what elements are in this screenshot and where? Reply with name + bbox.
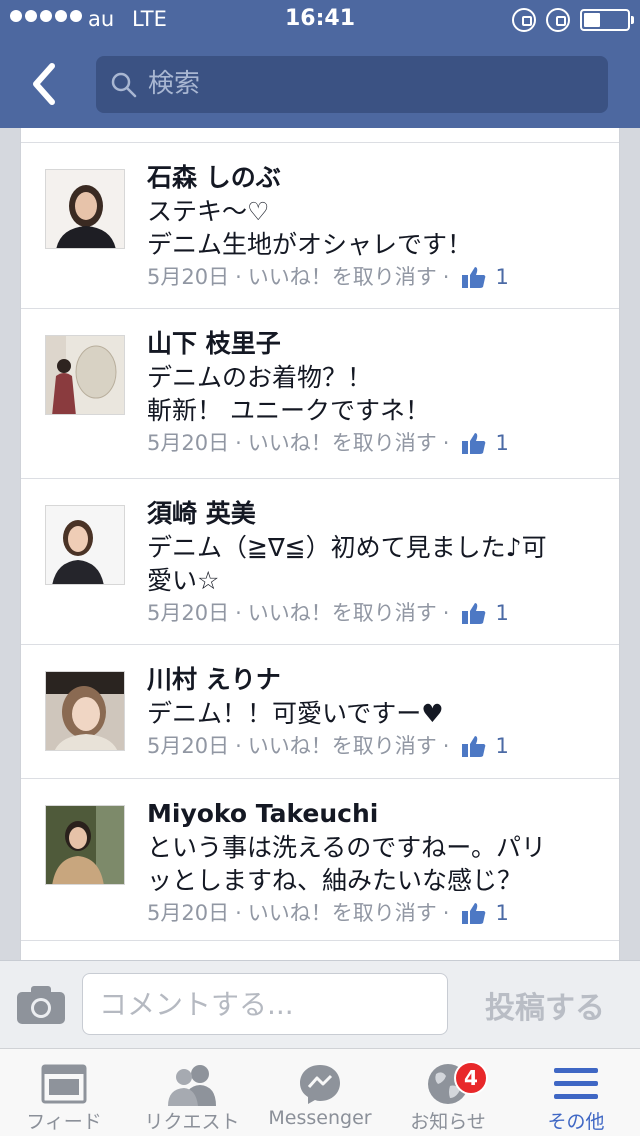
tab-label: その他	[547, 1111, 605, 1133]
tab-label: フィード	[26, 1111, 102, 1133]
tab-feed[interactable]: フィード	[0, 1049, 128, 1136]
commenter-name[interactable]: 須崎 英美	[147, 497, 597, 531]
unlike-link[interactable]: いいね！を取り消す	[248, 897, 437, 929]
comment-text: デニム！！可愛いですー♥	[147, 699, 444, 728]
messenger-icon	[300, 1065, 340, 1104]
like-count[interactable]: 1	[495, 897, 508, 929]
search-icon	[111, 72, 137, 98]
comment-text: という事は洗えるのですねー。パリ ッとしますね、紬みたいな感じ？	[147, 833, 547, 895]
alarm-icon	[546, 8, 570, 32]
comment-date: 5月20日	[147, 901, 230, 925]
comment-composer: 投稿する	[0, 960, 640, 1048]
commenter-name[interactable]: Miyoko Takeuchi	[147, 797, 597, 831]
tab-requests[interactable]: リクエスト	[128, 1049, 256, 1136]
comment-date: 5月20日	[147, 734, 230, 758]
thumbs-up-icon	[461, 431, 487, 455]
avatar[interactable]	[45, 169, 125, 249]
chevron-left-icon	[33, 63, 55, 105]
thumbs-up-icon	[461, 901, 487, 925]
back-button[interactable]	[28, 60, 68, 108]
avatar[interactable]	[45, 335, 125, 415]
rotation-lock-icon	[512, 8, 536, 32]
search-bar[interactable]	[96, 56, 608, 113]
comment-text: デニム（≧∇≦）初めて見ました♪可 愛い☆	[147, 533, 547, 595]
unlike-link[interactable]: いいね！を取り消す	[248, 730, 437, 762]
thumbs-up-icon	[461, 601, 487, 625]
tab-bar: フィード リクエスト Messenger 4 お知らせ その他	[0, 1048, 640, 1136]
comment-item: 石森 しのぶ ステキ〜♡ デニム生地がオシャレです！ 5月20日 · いいね！を…	[21, 143, 619, 309]
avatar[interactable]	[45, 505, 125, 585]
avatar[interactable]	[45, 671, 125, 751]
tab-label: お知らせ	[410, 1111, 486, 1133]
camera-button[interactable]	[16, 985, 66, 1029]
unlike-link[interactable]: いいね！を取り消す	[248, 261, 437, 293]
like-count[interactable]: 1	[495, 261, 508, 293]
status-bar: au LTE 16:41	[0, 0, 640, 40]
tab-label: リクエスト	[144, 1111, 240, 1133]
avatar[interactable]	[45, 805, 125, 885]
like-count[interactable]: 1	[495, 597, 508, 629]
comment-date: 5月20日	[147, 431, 230, 455]
comment-item: 山下 枝里子 デニムのお着物？！ 斬新！ ユニークですネ！ 5月20日 · いい…	[21, 309, 619, 479]
thumbs-up-icon	[461, 265, 487, 289]
comments-list[interactable]: 石森 しのぶ ステキ〜♡ デニム生地がオシャレです！ 5月20日 · いいね！を…	[20, 128, 620, 960]
commenter-name[interactable]: 川村 えりナ	[147, 663, 597, 697]
friend-requests-icon	[168, 1065, 216, 1106]
notification-badge: 4	[454, 1061, 488, 1095]
comment-item: 須崎 英美 デニム（≧∇≦）初めて見ました♪可 愛い☆ 5月20日 · いいね！…	[21, 479, 619, 645]
news-feed-icon	[41, 1064, 87, 1104]
like-count[interactable]: 1	[495, 427, 508, 459]
post-button[interactable]: 投稿する	[470, 981, 620, 1029]
unlike-link[interactable]: いいね！を取り消す	[248, 597, 437, 629]
thumbs-up-icon	[461, 734, 487, 758]
menu-icon	[554, 1068, 598, 1099]
battery-icon	[580, 9, 634, 31]
unlike-link[interactable]: いいね！を取り消す	[248, 427, 437, 459]
comment-date: 5月20日	[147, 265, 230, 289]
tab-messenger[interactable]: Messenger	[256, 1049, 384, 1136]
camera-icon	[17, 986, 65, 1024]
tab-label: Messenger	[268, 1107, 372, 1129]
tab-more[interactable]: その他	[512, 1049, 640, 1136]
comment-input[interactable]	[82, 973, 448, 1035]
navigation-header: au LTE 16:41	[0, 0, 640, 128]
comment-text: デニムのお着物？！ 斬新！ ユニークですネ！	[147, 363, 430, 425]
commenter-name[interactable]: 石森 しのぶ	[147, 161, 597, 195]
comment-date: 5月20日	[147, 601, 230, 625]
search-input[interactable]	[148, 64, 588, 104]
tab-notifications[interactable]: 4 お知らせ	[384, 1049, 512, 1136]
like-count[interactable]: 1	[495, 730, 508, 762]
comment-item: 川村 えりナ デニム！！可愛いですー♥ 5月20日 · いいね！を取り消す · …	[21, 645, 619, 779]
commenter-name[interactable]: 山下 枝里子	[147, 327, 597, 361]
comment-text: ステキ〜♡ デニム生地がオシャレです！	[147, 197, 473, 259]
comment-item: Miyoko Takeuchi という事は洗えるのですねー。パリ ッとしますね、…	[21, 779, 619, 941]
